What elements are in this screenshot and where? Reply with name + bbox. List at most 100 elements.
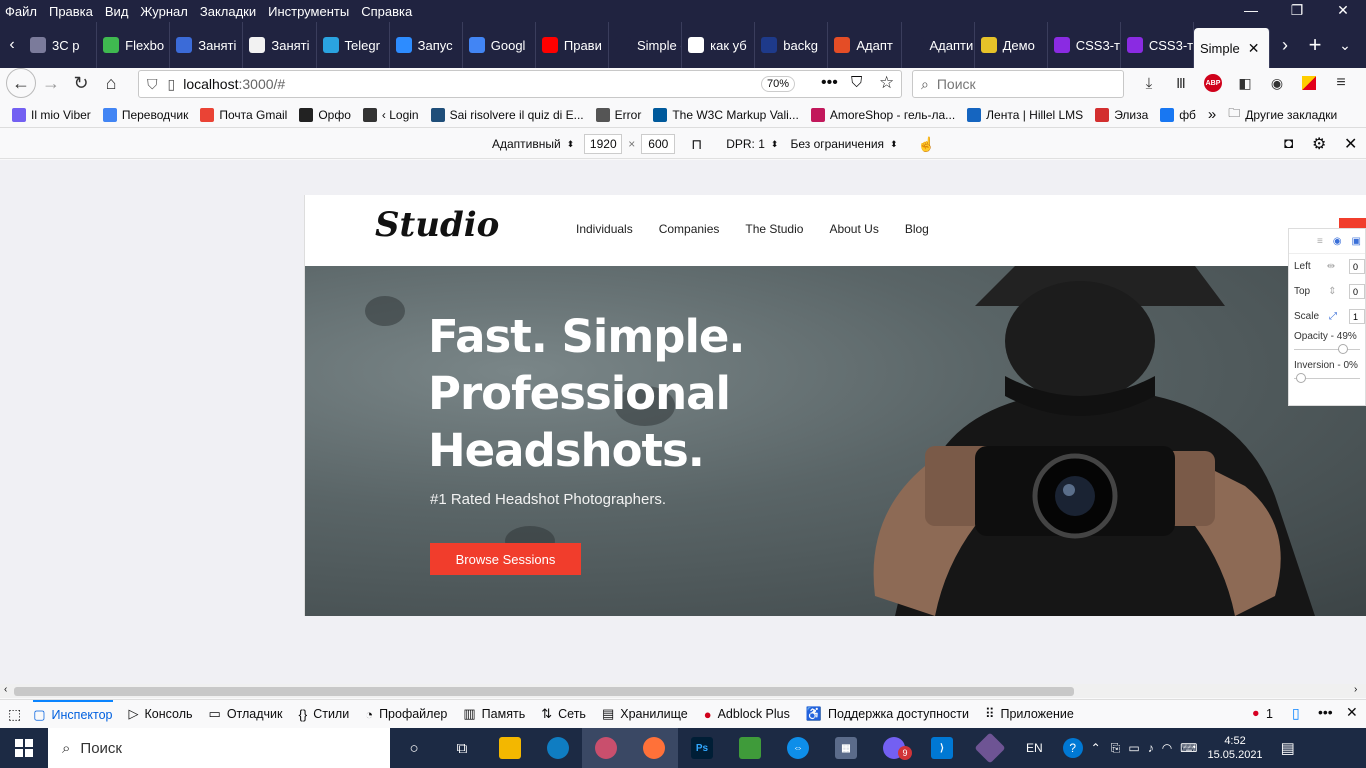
nav-about-us[interactable]: About Us [829,222,878,236]
tab-13[interactable]: Демо [975,22,1048,68]
sidebar-icon[interactable]: ◧ [1230,68,1260,98]
shield-icon[interactable]: ⛉ [147,76,158,93]
menu-help[interactable]: Справка [361,4,412,19]
scroll-left-icon[interactable]: ‹ [4,684,7,695]
browse-sessions-button[interactable]: Browse Sessions [430,543,581,575]
bookmark-item[interactable]: Sai risolvere il quiz di E... [430,107,584,122]
other-bookmarks[interactable]: 🗀 Другие закладки [1228,104,1337,125]
adblock-icon[interactable]: ABP [1198,68,1228,98]
pocket-icon[interactable]: ⛉ [851,74,862,91]
back-button[interactable]: ← [6,68,36,98]
menu-view[interactable]: Вид [105,4,129,19]
tab-14[interactable]: CSS3-т [1048,22,1121,68]
calculator-icon[interactable]: ▦ [822,728,870,768]
scroll-right-icon[interactable]: › [1354,684,1357,695]
search-box[interactable]: ⌕ Поиск [912,70,1124,98]
hamburger-menu-icon[interactable]: ≡ [1326,68,1356,98]
bookmark-item[interactable]: Error [595,107,641,122]
library-icon[interactable]: Ⅲ [1166,68,1196,98]
bookmark-item[interactable]: AmoreShop - гель-ла... [810,107,955,122]
inversion-slider[interactable] [1294,371,1360,385]
bookmark-item[interactable]: Переводчик [102,107,188,122]
url-bar[interactable]: ⛉ ▯ localhost:3000/# 70% ••• ⛉ ☆ [138,70,902,98]
git-icon[interactable] [966,728,1014,768]
tab-7[interactable]: Прави [536,22,609,68]
bookmark-item[interactable]: ‹ Login [362,107,419,122]
menu-file[interactable]: Файл [5,4,37,19]
nav-the-studio[interactable]: The Studio [745,222,803,236]
dock-icon[interactable]: ▯ [1292,705,1300,722]
bookmark-item[interactable]: Орфо [299,107,351,122]
file-explorer-icon[interactable] [486,728,534,768]
vscode-icon[interactable]: ⟩ [918,728,966,768]
devtools-tab-4[interactable]: ◔ Профайлер [365,707,447,722]
notepad-icon[interactable] [726,728,774,768]
page-actions-icon[interactable]: ••• [821,74,838,92]
show-hidden-icons[interactable]: ⌃ [1091,741,1101,755]
devtools-tab-8[interactable]: ● Adblock Plus [704,707,790,722]
close-devtools-icon[interactable]: ✕ [1346,704,1358,721]
firefox-icon[interactable] [630,728,678,768]
account-icon[interactable]: ◉ [1262,68,1292,98]
downloads-icon[interactable]: ⤓ [1134,68,1164,98]
error-icon[interactable]: ● [1252,706,1260,720]
pick-element-icon[interactable]: ⬚ [8,706,21,723]
error-count[interactable]: 1 [1266,707,1273,721]
tab-11[interactable]: Адапт [828,22,902,68]
opacity-slider-thumb[interactable] [1338,344,1348,354]
bookmark-item[interactable]: Лента | Hillel LMS [967,107,1083,122]
top-input[interactable] [1349,284,1365,299]
nav-individuals[interactable]: Individuals [576,222,633,236]
tab-1[interactable]: Flexbo [97,22,171,68]
devtools-tab-3[interactable]: {} Стили [299,707,350,722]
rotate-icon[interactable]: ⊓ [691,136,702,153]
taskbar-search[interactable]: ⌕ Поиск [48,728,390,768]
bookmark-item[interactable]: Элиза [1095,107,1148,122]
tab-12[interactable]: Адаптивна [902,22,975,68]
scrollbar-thumb[interactable] [14,687,1074,696]
home-button[interactable]: ⌂ [96,68,126,98]
tab-list-icon[interactable]: ⌄ [1330,30,1360,60]
bookmark-item[interactable]: Il mio Viber [12,107,91,122]
tab-5[interactable]: Запус [390,22,463,68]
scroll-tabs-right-icon[interactable]: › [1270,30,1300,60]
tab-9[interactable]: как уб [682,22,756,68]
teamviewer-icon[interactable]: ⇔ [774,728,822,768]
minimize-button[interactable]: — [1228,2,1274,18]
settings-gear-icon[interactable]: ⚙ [1312,134,1326,154]
clock[interactable]: 4:52 15.05.2021 [1208,734,1263,762]
tab-3[interactable]: Заняті [243,22,317,68]
paint-icon[interactable] [582,728,630,768]
bookmark-item[interactable]: Почта Gmail [200,107,287,122]
eye-icon[interactable]: ◉ [1333,236,1342,247]
bookmark-star-icon[interactable]: ☆ [879,73,894,93]
nav-companies[interactable]: Companies [659,222,720,236]
task-view-icon[interactable]: ⧉ [438,728,486,768]
menu-bookmarks[interactable]: Закладки [200,4,256,19]
network-icon[interactable]: ◠ [1162,741,1172,755]
screenshot-icon[interactable]: ◘ [1284,135,1293,152]
tab-0[interactable]: 3C p [24,22,98,68]
tab-10[interactable]: backg [755,22,829,68]
volume-icon[interactable]: ♪ [1148,741,1154,755]
tab-4[interactable]: Telegr [317,22,390,68]
battery-icon[interactable]: ▭ [1128,741,1139,755]
devtools-tab-6[interactable]: ⇅ Сеть [541,706,586,722]
menu-edit[interactable]: Правка [49,4,93,19]
dpr-select[interactable]: DPR: 1 [726,137,765,151]
tab-8[interactable]: Simple gui [609,22,683,68]
throttle-select[interactable]: Без ограничения [790,137,884,151]
inversion-slider-thumb[interactable] [1296,373,1306,383]
tab-6[interactable]: Googl [463,22,536,68]
nav-blog[interactable]: Blog [905,222,929,236]
cortana-icon[interactable]: ○ [390,728,438,768]
tab-active[interactable]: Simple ✕ [1194,28,1270,68]
scroll-tabs-left-icon[interactable]: ‹ [0,30,24,60]
tab-15[interactable]: CSS3-т [1121,22,1194,68]
devtools-tab-9[interactable]: ♿ Поддержка доступности [806,706,969,722]
notifications-icon[interactable]: ▤ [1281,739,1295,757]
extension-icon[interactable] [1294,68,1324,98]
drag-handle-icon[interactable]: ≡ [1317,236,1323,247]
bookmark-item[interactable]: The W3C Markup Vali... [653,107,799,122]
devtools-tab-5[interactable]: ▥ Память [463,706,525,722]
